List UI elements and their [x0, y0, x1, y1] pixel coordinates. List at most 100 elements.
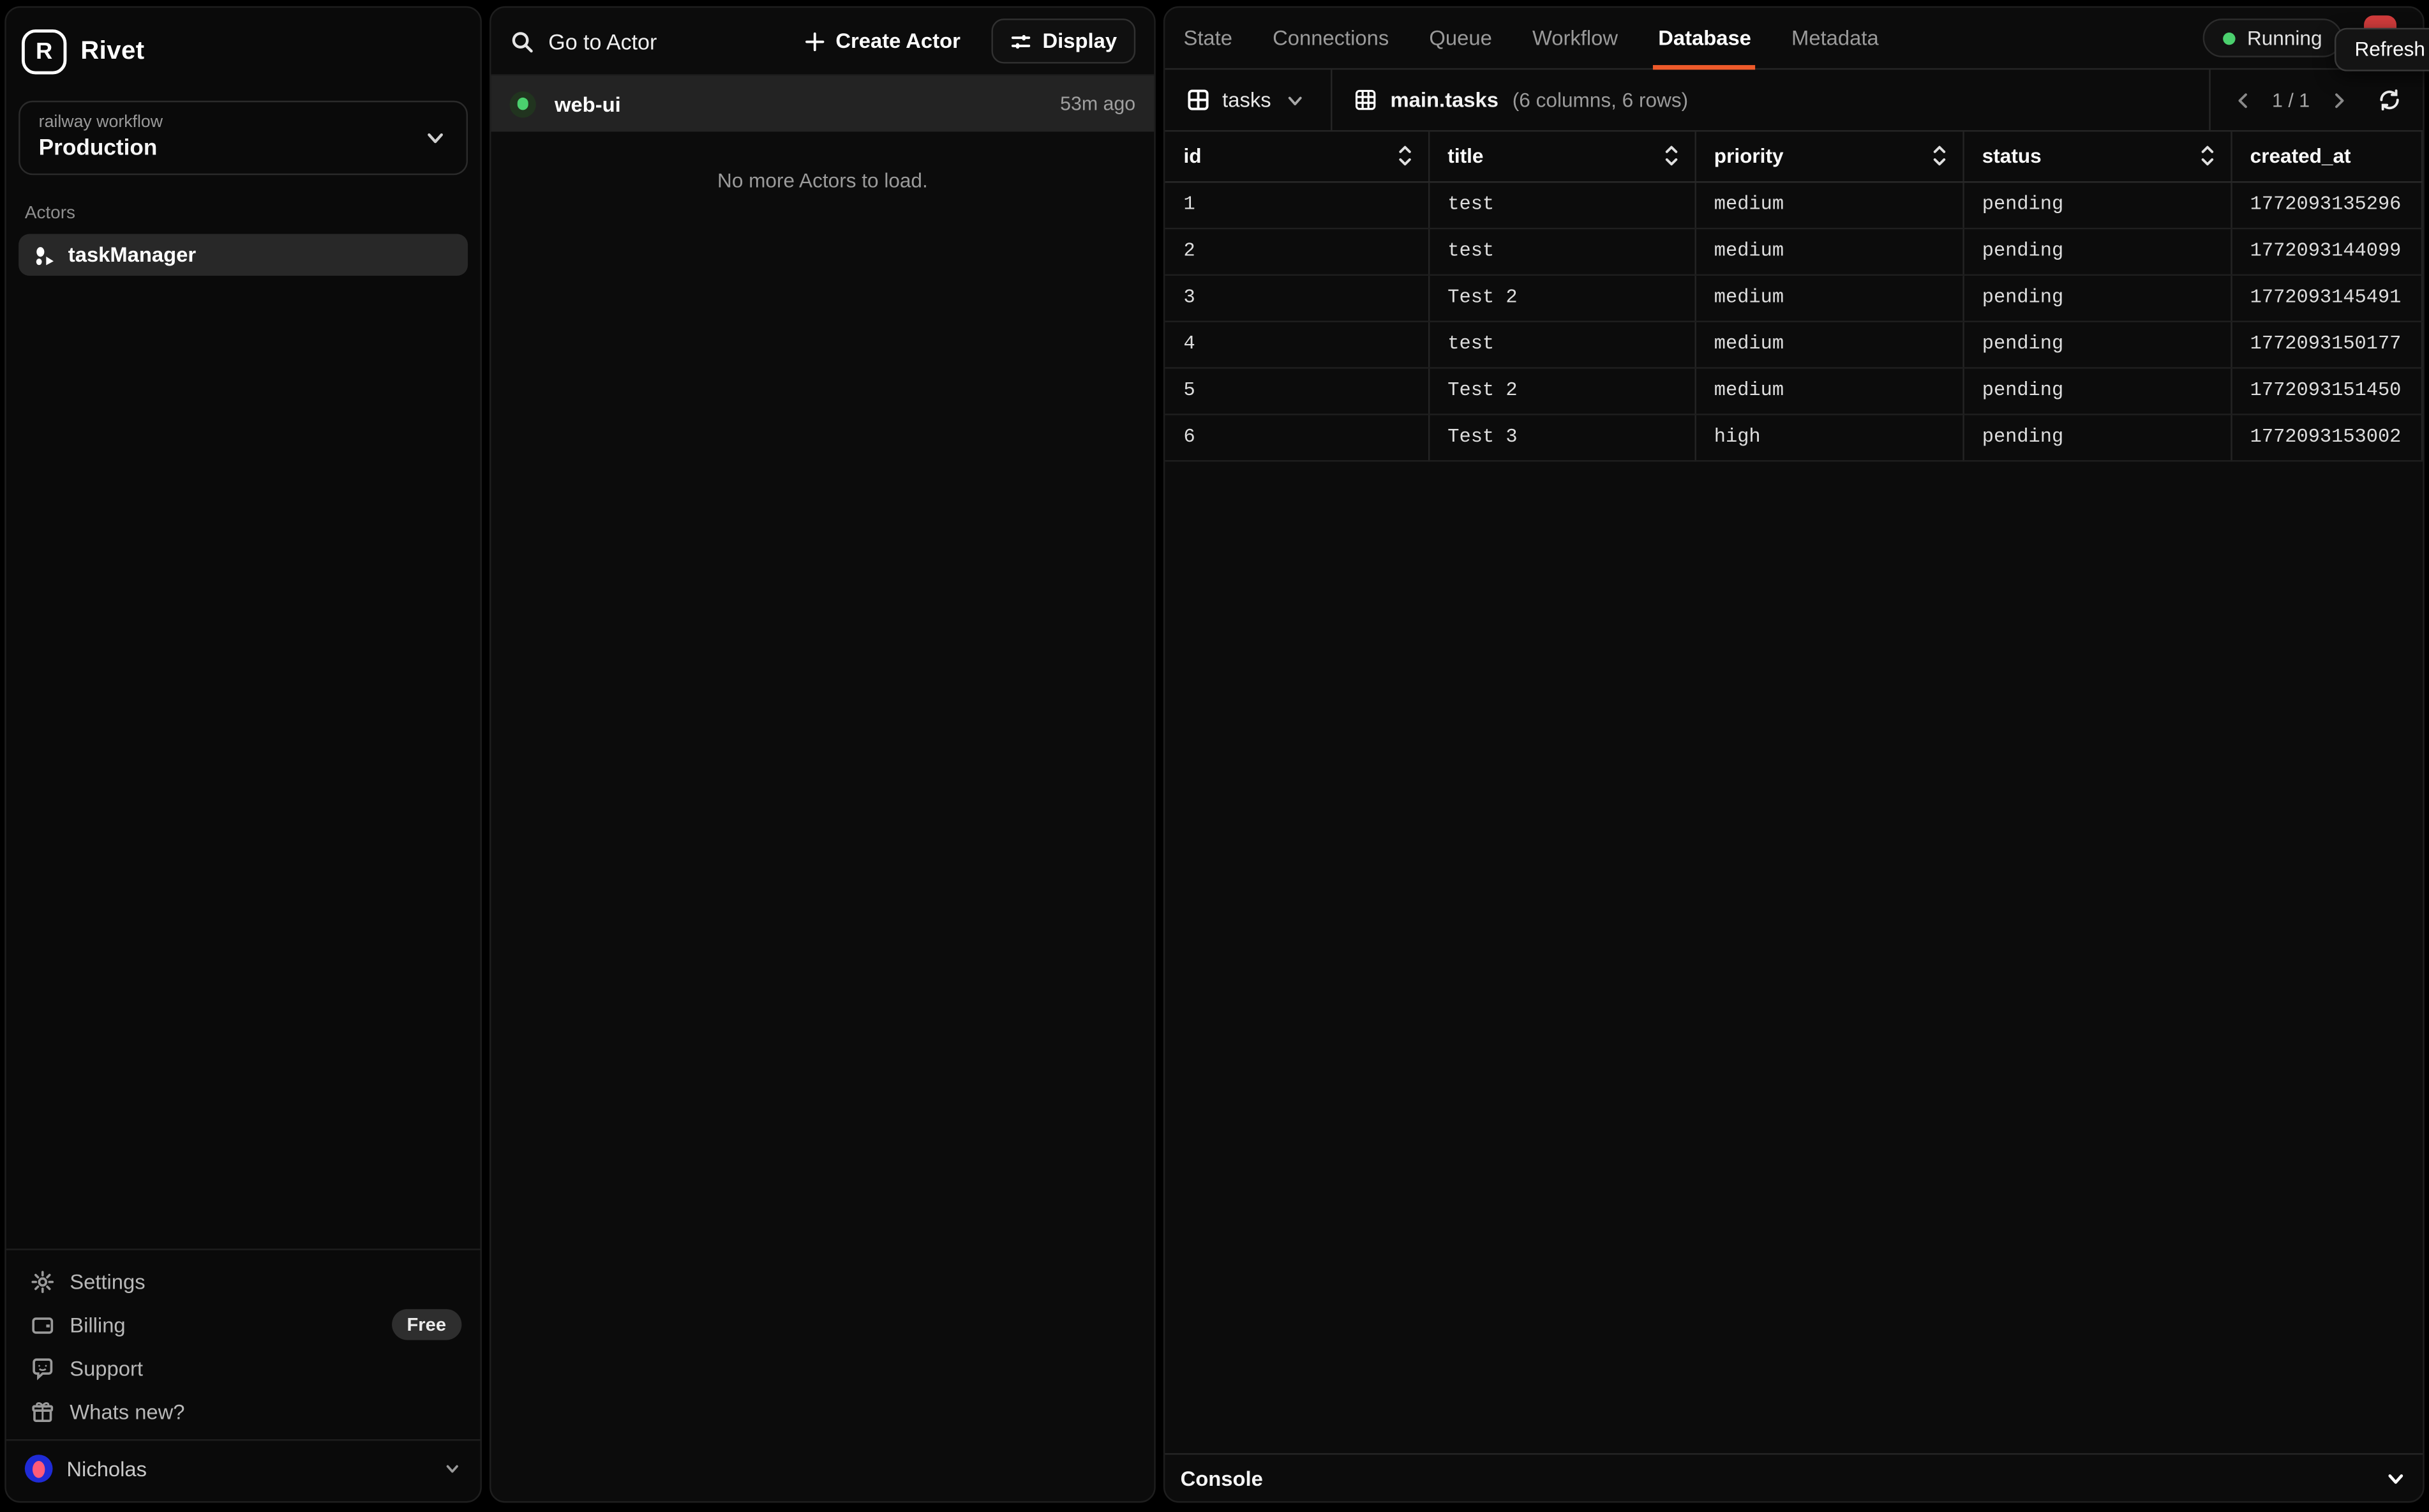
table-cell: test	[1428, 320, 1694, 367]
chevron-down-icon	[2384, 1466, 2407, 1489]
actors-section-label: Actors	[25, 204, 461, 223]
database-table-area: idtitleprioritystatuscreated_at1testmedi…	[1165, 131, 2423, 1453]
tab-queue[interactable]: Queue	[1429, 8, 1491, 68]
page-indicator: 1 / 1	[2272, 89, 2310, 111]
database-table: idtitleprioritystatuscreated_at1testmedi…	[1165, 131, 2423, 461]
rivet-app: R Rivet railway workflow Production Acto…	[0, 0, 2429, 1512]
table-cell: medium	[1694, 181, 1962, 228]
table-cell: 1772093150177	[2231, 320, 2422, 367]
gift-icon	[31, 1400, 54, 1423]
prev-page-button[interactable]	[2232, 89, 2253, 111]
sidebar-item-label: Settings	[70, 1269, 145, 1292]
tab-database[interactable]: Database	[1658, 8, 1751, 68]
refresh-table-button[interactable]	[2378, 88, 2401, 111]
column-header-title[interactable]: title	[1428, 131, 1694, 181]
workflow-selector-value: Production	[39, 135, 423, 164]
brand-name: Rivet	[80, 36, 144, 66]
sort-icon[interactable]	[1396, 144, 1412, 167]
table-cell: 1	[1165, 181, 1428, 228]
go-to-actor-search[interactable]: Go to Actor	[510, 29, 793, 54]
sidebar-item-whats-new[interactable]: Whats new?	[6, 1389, 481, 1433]
user-name: Nicholas	[66, 1457, 147, 1480]
sidebar-item-settings[interactable]: Settings	[6, 1259, 481, 1303]
table-cell: pending	[1962, 414, 2231, 460]
table-row: 5Test 2mediumpending1772093151450	[1165, 367, 2422, 414]
table-cell: 1772093144099	[2231, 228, 2422, 274]
table-row: 1testmediumpending1772093135296	[1165, 181, 2422, 228]
wallet-icon	[31, 1313, 54, 1336]
inspector-tabbar: State Connections Queue Workflow Database Met…	[1165, 8, 2423, 70]
actor-list-empty-text: No more Actors to load.	[491, 169, 1154, 192]
table-cell: 5	[1165, 367, 1428, 414]
table-row: 2testmediumpending1772093144099	[1165, 228, 2422, 274]
actor-name: web-ui	[555, 92, 1060, 115]
table-cell: 2	[1165, 228, 1428, 274]
sliders-icon	[1010, 30, 1032, 52]
table-cell: pending	[1962, 274, 2231, 321]
table-cell: test	[1428, 181, 1694, 228]
inspector-panel: State Connections Queue Workflow Database Met…	[1163, 6, 2425, 1503]
sort-icon[interactable]	[1663, 144, 1678, 167]
column-header-priority[interactable]: priority	[1694, 131, 1962, 181]
chevron-down-icon	[423, 126, 448, 151]
workflow-selector[interactable]: railway workflow Production	[19, 101, 468, 176]
table-cell: 3	[1165, 274, 1428, 321]
sidebar-item-support[interactable]: Support	[6, 1346, 481, 1389]
table-cell: test	[1428, 228, 1694, 274]
sort-icon[interactable]	[1931, 144, 1947, 167]
pagination: 1 / 1	[2209, 70, 2423, 130]
tab-connections[interactable]: Connections	[1273, 8, 1389, 68]
table-cell: pending	[1962, 320, 2231, 367]
plus-icon	[805, 30, 826, 52]
sidebar-item-billing[interactable]: Billing Free	[6, 1303, 481, 1346]
display-button[interactable]: Display	[991, 19, 1135, 63]
table-cell: 1772093135296	[2231, 181, 2422, 228]
table-cell: 1772093145491	[2231, 274, 2422, 321]
status-dot-icon	[2222, 32, 2234, 44]
table-row: 4testmediumpending1772093150177	[1165, 320, 2422, 367]
plan-badge: Free	[391, 1309, 461, 1340]
table-cell: medium	[1694, 320, 1962, 367]
tab-state[interactable]: State	[1183, 8, 1232, 68]
tab-workflow[interactable]: Workflow	[1532, 8, 1618, 68]
search-icon	[510, 29, 535, 54]
user-menu[interactable]: Nicholas	[6, 1441, 481, 1501]
table-selector-dropdown[interactable]: tasks	[1165, 70, 1330, 130]
status-badge: Running	[2202, 19, 2343, 57]
table-meta: (6 columns, 6 rows)	[1513, 88, 1688, 111]
table-cell: medium	[1694, 274, 1962, 321]
next-page-button[interactable]	[2328, 89, 2350, 111]
table-cell: 1772093153002	[2231, 414, 2422, 460]
console-toggle[interactable]: Console	[1165, 1453, 2423, 1501]
workflow-selector-label: railway workflow	[39, 112, 423, 135]
table-cell: 1772093151450	[2231, 367, 2422, 414]
sidebar-item-label: Support	[70, 1356, 143, 1379]
sidebar-item-label: taskManager	[68, 243, 196, 266]
column-header-id[interactable]: id	[1165, 131, 1428, 181]
actor-list-panel: Go to Actor Create Actor Display	[490, 6, 1156, 1503]
table-cell: pending	[1962, 228, 2231, 274]
table-info: main.tasks (6 columns, 6 rows)	[1331, 70, 1710, 130]
table-name: main.tasks	[1391, 88, 1499, 111]
tab-metadata[interactable]: Metadata	[1791, 8, 1879, 68]
gear-icon	[31, 1269, 54, 1292]
create-actor-button[interactable]: Create Actor	[805, 29, 960, 52]
chevron-down-icon	[1283, 89, 1305, 111]
actor-list-item-web-ui[interactable]: web-ui 53m ago	[491, 76, 1154, 131]
sidebar-item-label: Billing	[70, 1313, 125, 1336]
table-icon	[1186, 88, 1209, 111]
avatar	[25, 1455, 53, 1483]
database-toolbar: tasks main.tasks (6 columns, 6 rows)	[1165, 70, 2423, 131]
sidebar-footer: Settings Billing Free	[6, 1250, 481, 1439]
table-cell: Test 2	[1428, 274, 1694, 321]
table-cell: 4	[1165, 320, 1428, 367]
table-row: 6Test 3highpending1772093153002	[1165, 414, 2422, 460]
column-header-status[interactable]: status	[1962, 131, 2231, 181]
sidebar-item-taskmanager[interactable]: taskManager	[19, 234, 468, 276]
brand-row: R Rivet	[6, 8, 481, 76]
sort-icon[interactable]	[2199, 144, 2215, 167]
chevron-down-icon	[443, 1460, 461, 1478]
screen: R Rivet railway workflow Production Acto…	[0, 0, 2429, 1512]
search-placeholder: Go to Actor	[548, 29, 657, 54]
sidebar: R Rivet railway workflow Production Acto…	[4, 6, 482, 1503]
